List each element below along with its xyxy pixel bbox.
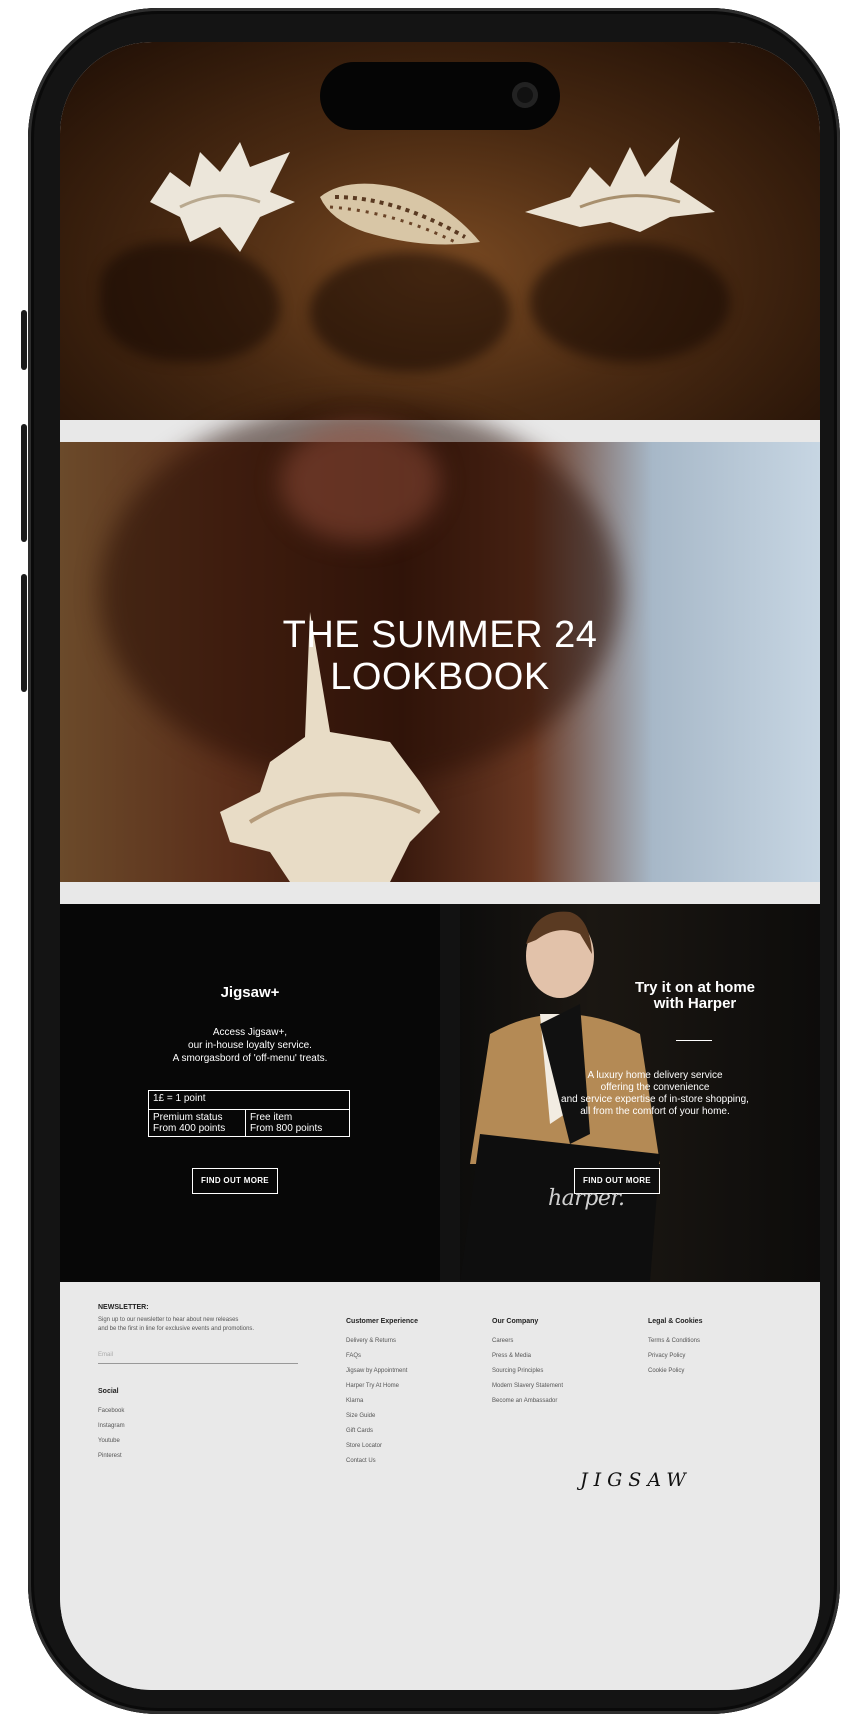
free-item-label: Free item bbox=[250, 1112, 293, 1123]
harper-desc-line: and service expertise of in-store shoppi… bbox=[561, 1094, 749, 1105]
action-button bbox=[21, 310, 27, 370]
free-item-points: From 800 points bbox=[250, 1123, 323, 1134]
premium-tier: Premium status From 400 points bbox=[149, 1110, 245, 1136]
promo-section: Jigsaw+ Access Jigsaw+, our in-house loy… bbox=[60, 904, 820, 1282]
footer-link[interactable]: Careers bbox=[492, 1338, 563, 1353]
harper-logo: harper. bbox=[548, 1186, 625, 1211]
jigsaw-plus-desc-line: Access Jigsaw+, bbox=[212, 1027, 288, 1038]
footer-link[interactable]: Become an Ambassador bbox=[492, 1398, 563, 1413]
footer-link[interactable]: Size Guide bbox=[346, 1413, 407, 1428]
free-item-tier: Free item From 800 points bbox=[245, 1110, 326, 1136]
harper-desc-line: all from the comfort of your home. bbox=[580, 1106, 730, 1117]
social-link-youtube[interactable]: Youtube bbox=[98, 1438, 125, 1453]
jigsaw-logo[interactable]: JIGSAW bbox=[580, 1469, 692, 1491]
newsletter-line: and be the first in line for exclusive e… bbox=[98, 1326, 255, 1332]
harper-title: Try it on at home with Harper bbox=[590, 980, 800, 1012]
jigsaw-plus-panel: Jigsaw+ Access Jigsaw+, our in-house loy… bbox=[60, 904, 440, 1282]
jigsaw-plus-title: Jigsaw+ bbox=[220, 984, 280, 1001]
harper-divider bbox=[676, 1040, 712, 1041]
newsletter-description: Sign up to our newsletter to hear about … bbox=[98, 1316, 254, 1334]
points-rate: 1£ = 1 point bbox=[149, 1091, 349, 1110]
newsletter-email-input[interactable]: Email bbox=[98, 1347, 298, 1364]
newsletter-line: Sign up to our newsletter to hear about … bbox=[98, 1317, 239, 1323]
cone-shell-icon bbox=[320, 183, 480, 245]
social-link-facebook[interactable]: Facebook bbox=[98, 1408, 125, 1423]
spiky-shell-right-icon bbox=[525, 137, 715, 232]
social-link-pinterest[interactable]: Pinterest bbox=[98, 1453, 125, 1468]
footer-link[interactable]: Privacy Policy bbox=[648, 1353, 700, 1368]
footer-link[interactable]: Terms & Conditions bbox=[648, 1338, 700, 1353]
footer-link[interactable]: Contact Us bbox=[346, 1458, 407, 1473]
customer-experience-links: Delivery & Returns FAQs Jigsaw by Appoin… bbox=[346, 1338, 407, 1473]
phone-screen: THE SUMMER 24 LOOKBOOK Jigsaw+ Access Ji… bbox=[60, 42, 820, 1690]
footer-link[interactable]: Jigsaw by Appointment bbox=[346, 1368, 407, 1383]
footer-link[interactable]: Delivery & Returns bbox=[346, 1338, 407, 1353]
customer-experience-title: Customer Experience bbox=[346, 1318, 418, 1325]
harper-panel: Try it on at home with Harper A luxury h… bbox=[440, 904, 820, 1282]
lookbook-title-line1: THE SUMMER 24 bbox=[282, 614, 598, 656]
harper-desc-line: offering the convenience bbox=[600, 1082, 710, 1093]
phone-frame: THE SUMMER 24 LOOKBOOK Jigsaw+ Access Ji… bbox=[21, 8, 840, 1714]
legal-cookies-title: Legal & Cookies bbox=[648, 1318, 703, 1325]
footer-link[interactable]: Cookie Policy bbox=[648, 1368, 700, 1383]
spiky-shell-icon bbox=[150, 142, 295, 252]
legal-cookies-links: Terms & Conditions Privacy Policy Cookie… bbox=[648, 1338, 700, 1383]
premium-points: From 400 points bbox=[153, 1123, 226, 1134]
footer-link[interactable]: Klarna bbox=[346, 1398, 407, 1413]
footer-link[interactable]: FAQs bbox=[346, 1353, 407, 1368]
footer-link[interactable]: Sourcing Principles bbox=[492, 1368, 563, 1383]
premium-label: Premium status bbox=[153, 1112, 223, 1123]
footer-link[interactable]: Store Locator bbox=[346, 1443, 407, 1458]
dynamic-island bbox=[320, 62, 560, 130]
footer-link[interactable]: Modern Slavery Statement bbox=[492, 1383, 563, 1398]
lookbook-title[interactable]: THE SUMMER 24 LOOKBOOK bbox=[60, 614, 820, 698]
footer-link[interactable]: Press & Media bbox=[492, 1353, 563, 1368]
camera-icon bbox=[512, 82, 538, 108]
social-links: Facebook Instagram Youtube Pinterest bbox=[98, 1408, 125, 1468]
our-company-links: Careers Press & Media Sourcing Principle… bbox=[492, 1338, 563, 1413]
harper-desc-line: A luxury home delivery service bbox=[587, 1070, 723, 1081]
social-link-instagram[interactable]: Instagram bbox=[98, 1423, 125, 1438]
lookbook-banner[interactable]: THE SUMMER 24 LOOKBOOK bbox=[60, 402, 820, 882]
newsletter-title: NEWSLETTER: bbox=[98, 1304, 149, 1311]
site-footer: NEWSLETTER: Sign up to our newsletter to… bbox=[60, 1282, 820, 1690]
harper-description: A luxury home delivery service offering … bbox=[500, 1070, 810, 1118]
social-title: Social bbox=[98, 1388, 119, 1395]
volume-up-button bbox=[21, 424, 27, 542]
harper-title-line: Try it on at home bbox=[634, 979, 755, 996]
points-table: 1£ = 1 point Premium status From 400 poi… bbox=[148, 1090, 350, 1137]
lookbook-title-line2: LOOKBOOK bbox=[330, 656, 550, 698]
jigsaw-plus-desc-line: A smorgasbord of 'off-menu' treats. bbox=[172, 1053, 328, 1064]
our-company-title: Our Company bbox=[492, 1318, 539, 1325]
footer-link[interactable]: Gift Cards bbox=[346, 1428, 407, 1443]
volume-down-button bbox=[21, 574, 27, 692]
footer-link[interactable]: Harper Try At Home bbox=[346, 1383, 407, 1398]
jigsaw-plus-desc-line: our in-house loyalty service. bbox=[188, 1040, 312, 1051]
harper-title-line: with Harper bbox=[653, 995, 737, 1012]
jigsaw-plus-find-out-more-button[interactable]: FIND OUT MORE bbox=[192, 1168, 278, 1194]
jigsaw-plus-description: Access Jigsaw+, our in-house loyalty ser… bbox=[60, 1026, 440, 1065]
